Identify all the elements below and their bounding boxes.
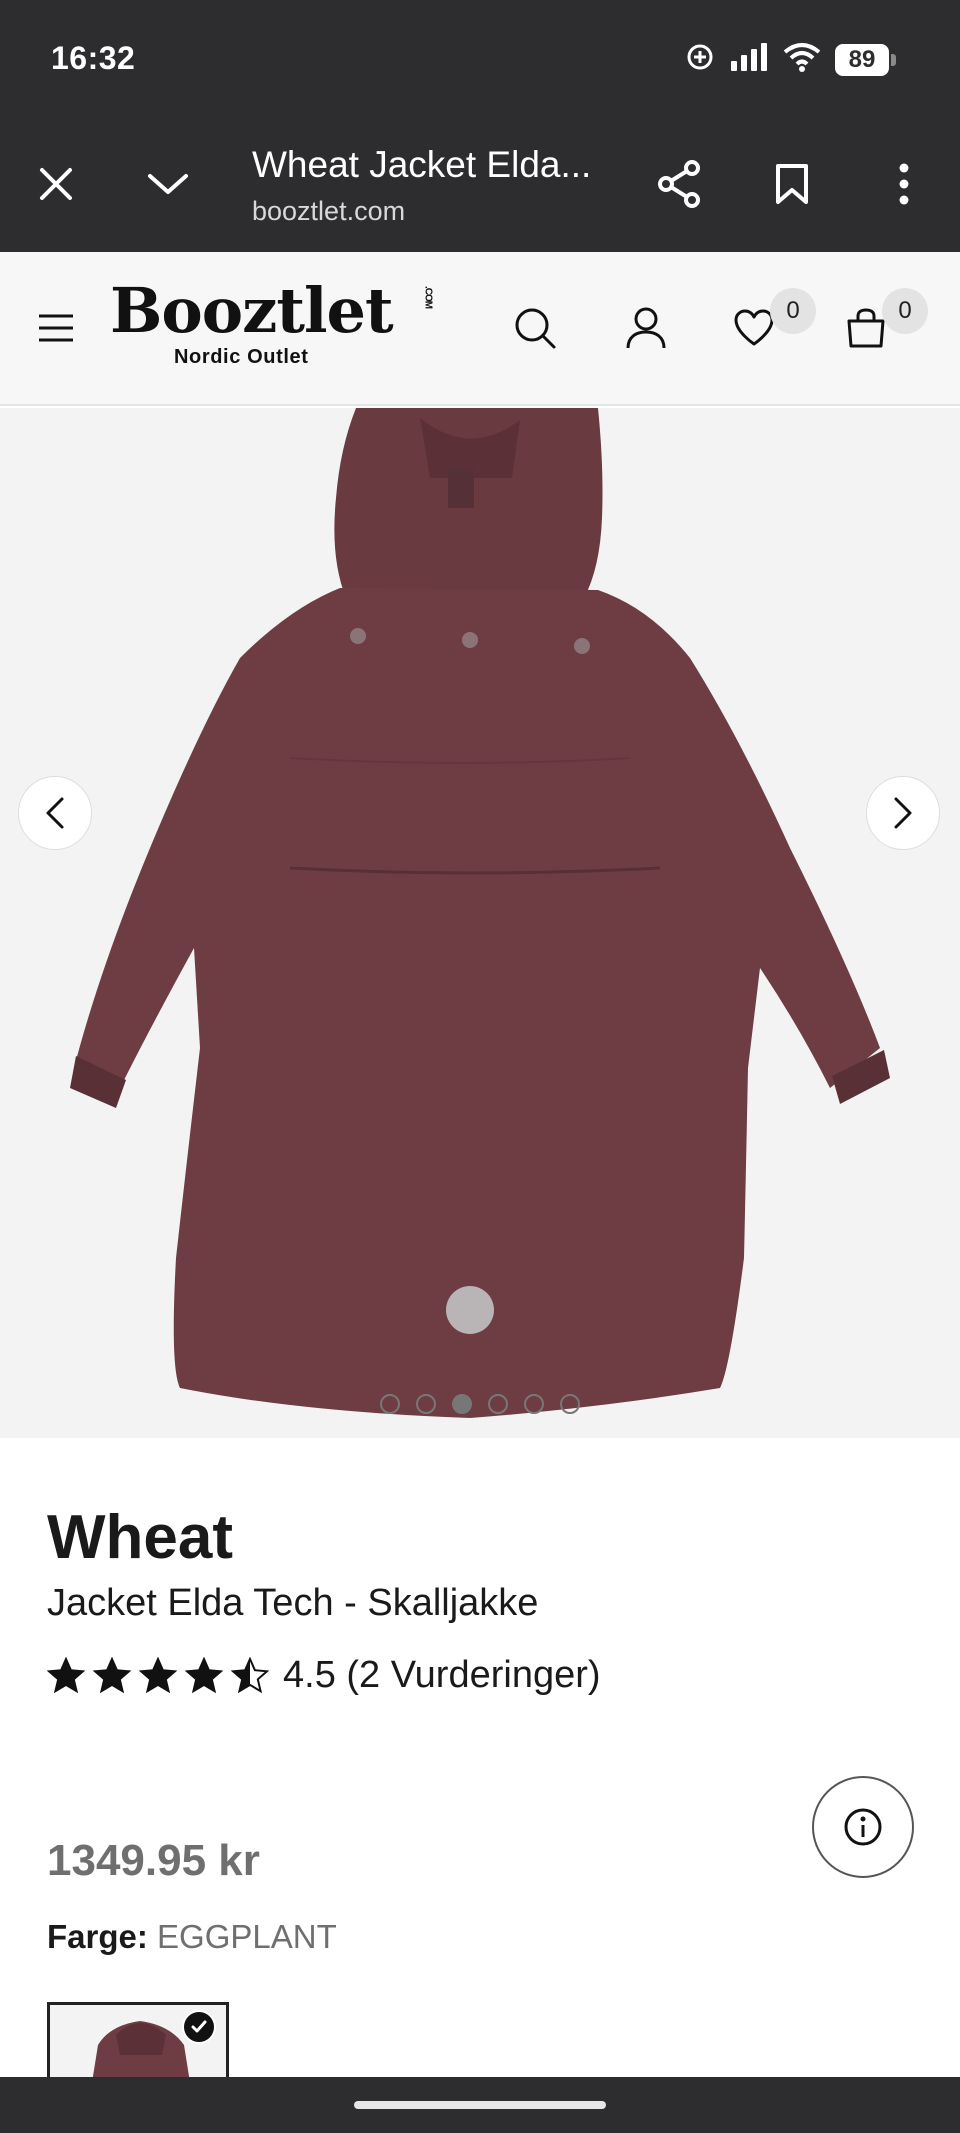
account-button[interactable] xyxy=(614,296,678,360)
signal-icon xyxy=(729,43,769,76)
pagination-dot[interactable] xyxy=(560,1394,580,1414)
chevron-right-icon xyxy=(894,797,912,829)
more-icon xyxy=(899,163,909,205)
logo-text: Booztlet xyxy=(110,274,394,347)
rating-text: 4.5 (2 Vurderinger) xyxy=(283,1654,601,1696)
logo-com: .COM xyxy=(422,286,434,309)
battery-icon: 89 xyxy=(835,43,896,76)
rating-stars xyxy=(47,1656,269,1695)
browser-toolbar: Wheat Jacket Elda... booztlet.com xyxy=(0,128,960,252)
close-icon xyxy=(40,168,72,200)
shopping-bag-icon xyxy=(847,308,885,348)
pagination-dot[interactable] xyxy=(488,1394,508,1414)
color-label: Farge: xyxy=(47,1918,148,1955)
info-icon xyxy=(844,1808,882,1846)
product-image xyxy=(0,408,960,1438)
star-full-icon xyxy=(185,1656,223,1693)
more-button[interactable] xyxy=(872,152,936,216)
browser-chrome: 16:32 89 Wheat Jacket Elda... booztlet.c… xyxy=(0,0,960,252)
product-rating[interactable]: 4.5 (2 Vurderinger) xyxy=(47,1654,601,1697)
pagination-dot[interactable] xyxy=(452,1394,472,1414)
color-line: Farge: EGGPLANT xyxy=(47,1918,337,1956)
wishlist-button[interactable]: 0 xyxy=(722,288,816,360)
wishlist-count-badge: 0 xyxy=(770,288,816,334)
color-value: EGGPLANT xyxy=(157,1918,337,1955)
search-icon xyxy=(515,308,556,349)
product-info: Wheat Jacket Elda Tech - Skalljakke 4.5 … xyxy=(0,1438,960,2092)
image-pagination xyxy=(0,1394,960,1414)
expand-button[interactable] xyxy=(136,152,200,216)
system-nav-bar xyxy=(0,2077,960,2133)
hamburger-icon xyxy=(39,314,73,342)
selected-check-icon xyxy=(182,2010,216,2044)
page-title: Wheat Jacket Elda... xyxy=(252,144,592,185)
chevron-down-icon xyxy=(148,174,188,194)
home-indicator[interactable] xyxy=(354,2101,606,2109)
star-half-icon xyxy=(231,1656,269,1693)
status-icons: 89 xyxy=(685,42,896,77)
star-full-icon xyxy=(47,1656,85,1693)
heart-icon xyxy=(734,309,774,346)
page-domain: booztlet.com xyxy=(252,196,406,226)
site-logo[interactable]: Booztlet .COM Nordic Outlet xyxy=(110,278,461,369)
status-time: 16:32 xyxy=(51,40,136,76)
share-icon xyxy=(658,160,700,208)
product-gallery[interactable] xyxy=(0,408,960,1438)
product-name: Jacket Elda Tech - Skalljakke xyxy=(47,1582,539,1624)
battery-level: 89 xyxy=(835,43,889,76)
star-full-icon xyxy=(139,1656,177,1693)
product-price: 1349.95 kr xyxy=(47,1836,260,1885)
close-tab-button[interactable] xyxy=(24,152,88,216)
wifi-icon xyxy=(783,42,821,77)
cart-count-badge: 0 xyxy=(882,288,928,334)
info-button[interactable] xyxy=(812,1776,914,1878)
next-image-button[interactable] xyxy=(866,776,940,850)
star-full-icon xyxy=(93,1656,131,1693)
pagination-dot[interactable] xyxy=(524,1394,544,1414)
product-brand[interactable]: Wheat xyxy=(47,1502,233,1573)
url-block[interactable]: Wheat Jacket Elda... booztlet.com xyxy=(252,144,591,227)
logo-tagline: Nordic Outlet xyxy=(174,346,309,368)
cart-button[interactable]: 0 xyxy=(834,288,928,360)
pagination-dot[interactable] xyxy=(380,1394,400,1414)
chevron-left-icon xyxy=(46,797,64,829)
bookmark-icon xyxy=(776,164,808,204)
menu-button[interactable] xyxy=(24,296,88,360)
user-icon xyxy=(626,307,666,349)
site-header: Booztlet .COM Nordic Outlet 0 0 xyxy=(0,252,960,406)
previous-image-button[interactable] xyxy=(18,776,92,850)
search-button[interactable] xyxy=(503,296,567,360)
bookmark-button[interactable] xyxy=(760,152,824,216)
location-sync-icon xyxy=(685,42,715,77)
share-button[interactable] xyxy=(648,152,712,216)
pagination-dot[interactable] xyxy=(416,1394,436,1414)
